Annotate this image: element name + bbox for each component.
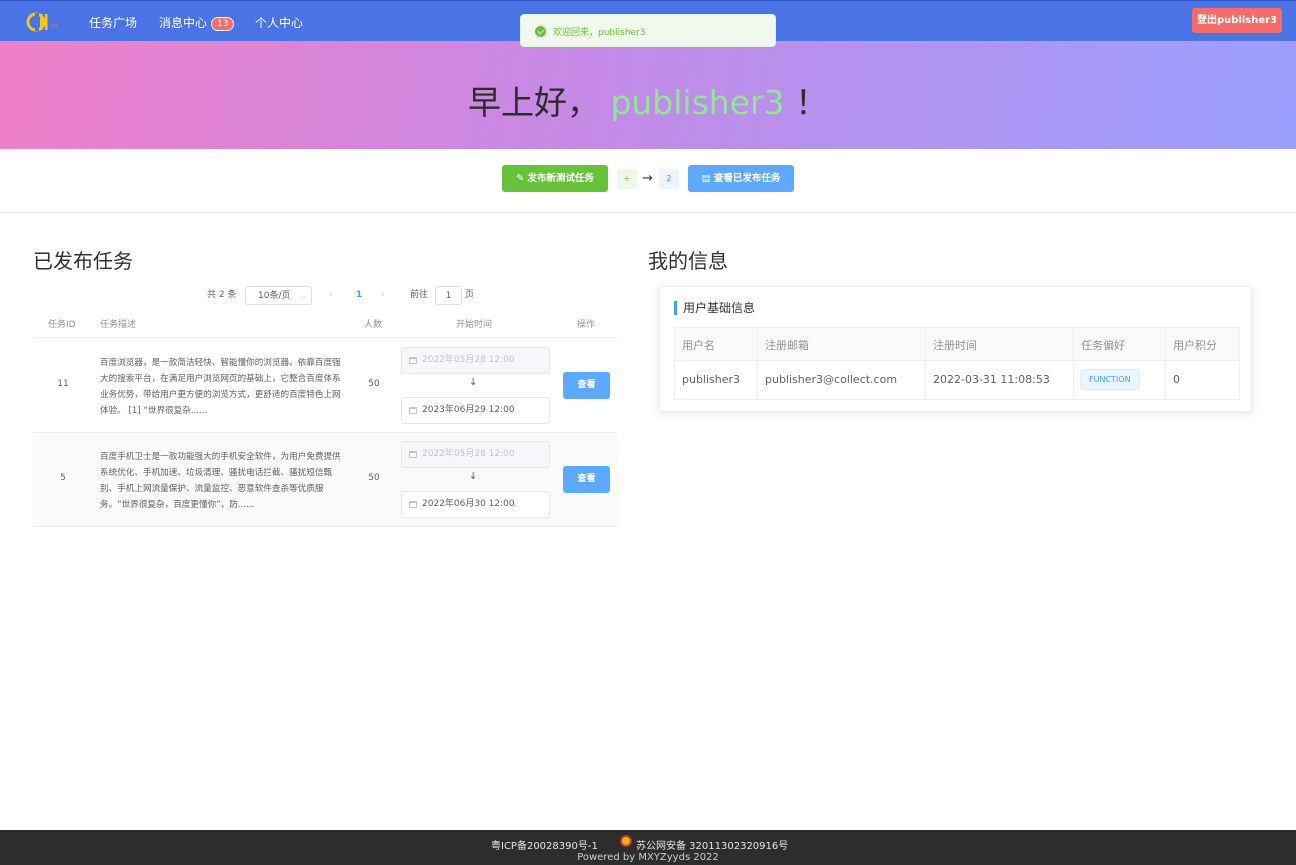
start-date-picker: 2022年05月28 12:00 [401, 347, 550, 374]
view-published-button[interactable]: ▤ 查看已发布任务 [688, 165, 794, 192]
page-size-value: 10条/页 [258, 291, 291, 301]
end-date-value: 2023年06月29 12:00 [422, 405, 515, 415]
card-title: 用户基础信息 [674, 301, 755, 315]
arrow-down-icon: ↓ [469, 377, 478, 388]
column-header-id: 任务ID [48, 320, 76, 330]
user-username: publisher3 [682, 373, 741, 386]
calendar-icon [409, 451, 417, 458]
publish-task-button[interactable]: ✎ 发布新测试任务 [502, 165, 608, 192]
police-badge-icon [620, 835, 632, 847]
calendar-icon [409, 357, 417, 364]
task-id: 5 [60, 473, 66, 483]
footer: 粤ICP备20028390号-1 苏公网安备 32011302320916号 P… [0, 830, 1296, 865]
view-task-button[interactable]: 查看 [563, 466, 610, 493]
greeting-suffix: ！ [795, 83, 829, 122]
next-page-button[interactable]: › [381, 286, 385, 305]
nav-personal-center[interactable]: 个人中心 [255, 14, 303, 31]
user-info-header: 用户名 注册邮箱 注册时间 任务偏好 用户积分 [675, 328, 1239, 361]
column-header-registered: 注册时间 [933, 339, 977, 352]
table-row: publisher3 publisher3@collect.com 2022-0… [675, 361, 1239, 399]
page-size-select[interactable]: 10条/页 ⌵ [245, 286, 312, 305]
start-date-picker: 2022年05月28 12:00 [401, 441, 550, 468]
user-registered-time: 2022-03-31 11:08:53 [933, 373, 1050, 386]
view-task-button[interactable]: 查看 [563, 372, 610, 399]
column-header-people: 人数 [364, 320, 383, 330]
welcome-toast: 欢迎回来，publisher3 [520, 14, 776, 47]
document-icon: ▤ [701, 173, 711, 184]
view-published-label: 查看已发布任务 [713, 173, 781, 184]
success-check-icon [535, 26, 546, 37]
nav-message-center[interactable]: 消息中心 13 [159, 14, 235, 31]
goto-page-input[interactable]: 1 [435, 286, 462, 305]
user-points: 0 [1173, 373, 1180, 386]
end-date-value: 2022年06月30 12:00 [422, 499, 515, 509]
task-people: 50 [368, 473, 380, 483]
current-page-number[interactable]: 1 [356, 286, 362, 305]
table-row: 5 百度手机卫士是一款功能强大的手机安全软件，为用户免费提供系统优化、手机加速、… [33, 433, 617, 527]
task-description: 百度手机卫士是一款功能强大的手机安全软件，为用户免费提供系统优化、手机加速、垃圾… [100, 452, 341, 510]
column-header-desc: 任务描述 [100, 320, 137, 330]
tasks-table-header: 任务ID 任务描述 人数 开始时间 操作 [33, 312, 617, 338]
published-count-tag: 2 [659, 169, 679, 189]
task-people: 50 [368, 379, 380, 389]
column-header-username: 用户名 [682, 339, 715, 352]
task-id: 11 [57, 379, 69, 389]
greeting-prefix: 早上好， [467, 83, 600, 122]
chevron-down-icon: ⌵ [299, 292, 306, 301]
nav-message-center-label[interactable]: 消息中心 [159, 16, 207, 30]
column-header-points: 用户积分 [1173, 339, 1217, 352]
column-header-email: 注册邮箱 [765, 339, 809, 352]
powered-by-text: Powered by MXYZyyds 2022 [577, 852, 719, 863]
nav-task-square-label[interactable]: 任务广场 [89, 16, 137, 30]
start-date-value: 2022年05月28 12:00 [422, 355, 515, 365]
task-description: 百度浏览器，是一款简洁轻快、智能懂你的浏览器。依靠百度强大的搜索平台，在满足用户… [100, 358, 341, 416]
column-header-preference: 任务偏好 [1081, 339, 1125, 352]
end-date-picker[interactable]: 2022年06月30 12:00 [401, 491, 550, 518]
logout-button[interactable]: 登出publisher3 [1192, 8, 1282, 33]
user-email: publisher3@collect.com [765, 373, 898, 386]
calendar-icon [409, 407, 417, 414]
nav-task-square[interactable]: 任务广场 [89, 14, 137, 31]
edit-icon: ✎ [516, 173, 525, 184]
user-info-table: 用户名 注册邮箱 注册时间 任务偏好 用户积分 publisher3 publi… [674, 327, 1240, 400]
plus-tag: + [617, 169, 637, 189]
gongan-link[interactable]: 苏公网安备 32011302320916号 [636, 837, 788, 852]
my-info-title: 我的信息 [648, 249, 728, 273]
published-tasks-title: 已发布任务 [33, 249, 133, 273]
nav-personal-center-label[interactable]: 个人中心 [255, 16, 303, 30]
prev-page-button[interactable]: ‹ [329, 286, 333, 305]
page-suffix-label: 页 [465, 290, 475, 300]
greeting-heading: 早上好， publisher3 ！ [0, 76, 1296, 124]
arrow-right-icon: → [642, 171, 653, 186]
table-row: 11 百度浏览器，是一款简洁轻快、智能懂你的浏览器。依靠百度强大的搜索平台，在满… [33, 339, 617, 433]
calendar-icon [409, 501, 417, 508]
logo-icon[interactable]: ct [26, 11, 66, 33]
user-info-card: 用户基础信息 用户名 注册邮箱 注册时间 任务偏好 用户积分 publisher… [659, 286, 1252, 412]
greeting-username: publisher3 [610, 83, 785, 122]
hero-banner: 早上好， publisher3 ！ [0, 41, 1296, 149]
arrow-down-icon: ↓ [469, 471, 478, 482]
column-header-actions: 操作 [577, 320, 596, 330]
svg-text:ct: ct [51, 22, 58, 30]
goto-label: 前往 [410, 290, 429, 300]
section-divider [0, 212, 1296, 213]
start-date-value: 2022年05月28 12:00 [422, 449, 515, 459]
toast-text: 欢迎回来，publisher3 [553, 28, 646, 38]
end-date-picker[interactable]: 2023年06月29 12:00 [401, 397, 550, 424]
preference-tag: FUNCTION [1080, 369, 1140, 390]
publish-task-label: 发布新测试任务 [527, 173, 594, 184]
unread-count-badge: 13 [211, 17, 235, 31]
icp-link[interactable]: 粤ICP备20028390号-1 [491, 837, 598, 852]
column-header-start-time: 开始时间 [456, 320, 493, 330]
pagination-total: 共 2 条 [207, 290, 237, 300]
